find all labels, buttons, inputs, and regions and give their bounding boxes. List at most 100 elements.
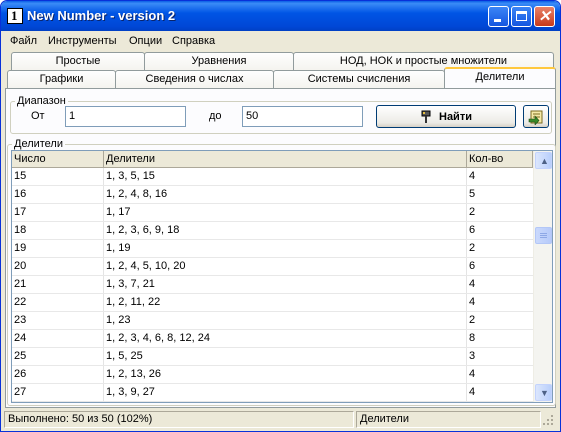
table-row[interactable]: 20 1, 2, 4, 5, 10, 20 6 [12,258,533,276]
cell-count: 6 [467,402,533,403]
close-button[interactable]: ✕ [534,6,555,27]
table-row[interactable]: 17 1, 17 2 [12,204,533,222]
table-row[interactable]: 19 1, 19 2 [12,240,533,258]
table-row[interactable]: 18 1, 2, 3, 6, 9, 18 6 [12,222,533,240]
cell-count: 4 [469,278,476,290]
cell-number: 26 [14,368,27,380]
cell-count: 2 [469,206,476,218]
cell-divisors: 1, 2, 11, 22 [106,296,161,308]
tab-number-info[interactable]: Сведения о числах [115,70,274,89]
cell-count: 8 [469,332,476,344]
column-header-number[interactable]: Число [12,151,104,167]
to-input[interactable]: 50 [242,106,363,127]
tab-graphs[interactable]: Графики [7,70,116,89]
table-row[interactable]: 16 1, 2, 4, 8, 16 5 [12,186,533,204]
cell-number: 25 [14,350,27,362]
table-row[interactable]: 25 1, 5, 25 3 [12,348,533,366]
app-icon-glyph: 1 [11,8,18,23]
tool-icon [421,110,431,123]
cell-count: 4 [469,368,476,380]
cell-divisors: 1, 3, 9, 27 [106,386,155,398]
table-row[interactable]: 23 1, 23 2 [12,312,533,330]
export-icon [528,110,543,125]
cell-divisors: 1, 2, 3, 4, 6, 8, 12, 24 [106,332,210,344]
range-group-label: Диапазон [15,95,68,107]
cell-count: 2 [469,314,476,326]
cell-divisors: 1, 17 [106,206,131,218]
export-button[interactable] [523,105,549,128]
table-row[interactable]: 26 1, 2, 13, 26 4 [12,366,533,384]
tab-primes[interactable]: Простые [11,52,145,71]
find-button-label: Найти [439,111,472,123]
minimize-icon [489,7,508,26]
resize-grip-icon[interactable] [543,415,555,427]
status-mode: Делители [356,411,541,428]
column-header-divisors[interactable]: Делители [104,151,467,167]
cell-divisors: 1, 3, 7, 21 [106,278,155,290]
cell-count: 4 [469,386,476,398]
find-button[interactable]: Найти [376,105,516,128]
menu-file[interactable]: Файл [10,34,37,48]
window-title: New Number - version 2 [27,8,176,23]
cell-number: 22 [14,296,27,308]
chevron-down-icon: ▼ [540,388,549,398]
cell-divisors: 1, 2, 13, 26 [106,368,162,380]
maximize-icon [512,7,531,26]
cell-number: 18 [14,224,27,236]
cell-number: 24 [14,332,27,344]
cell-number: 21 [14,278,27,290]
cell-number: 28 [12,402,103,403]
cell-divisors: 1, 23 [106,314,131,326]
app-icon[interactable]: 1 [7,8,23,24]
tab-divisors[interactable]: Делители [444,67,556,88]
minimize-button[interactable] [488,6,509,27]
cell-divisors: 1, 2, 4, 5, 10, 20 [106,260,186,272]
status-bar: Выполнено: 50 из 50 (102%) Делители [4,410,557,429]
table-row[interactable]: 281, 2, 4, 7, 14, 286 [12,402,533,403]
tab-number-systems[interactable]: Системы счисления [273,70,445,89]
cell-number: 15 [14,170,27,182]
table-row[interactable]: 22 1, 2, 11, 22 4 [12,294,533,312]
scroll-thumb[interactable] [535,227,552,244]
menu-options[interactable]: Опции [129,34,162,48]
scroll-down-button[interactable]: ▼ [535,384,552,401]
menu-help[interactable]: Справка [172,34,215,48]
menu-bar: Файл Инструменты Опции Справка [4,31,557,51]
status-progress: Выполнено: 50 из 50 (102%) [4,411,354,428]
table-row[interactable]: 27 1, 3, 9, 27 4 [12,384,533,402]
cell-divisors: 1, 19 [106,242,131,254]
cell-count: 5 [469,188,476,200]
title-bar[interactable]: 1 New Number - version 2 ✕ [1,1,560,31]
cell-number: 19 [14,242,27,254]
cell-count: 6 [469,224,476,236]
cell-divisors: 1, 3, 5, 15 [106,170,155,182]
cell-divisors: 1, 2, 4, 7, 14, 28 [104,402,466,403]
cell-number: 20 [14,260,27,272]
cell-number: 27 [14,386,27,398]
cell-number: 17 [14,206,27,218]
from-label: От [31,110,45,122]
table-header: Число Делители Кол-во [12,151,533,168]
menu-tools[interactable]: Инструменты [48,34,117,48]
tab-equations[interactable]: Уравнения [144,52,294,71]
cell-divisors: 1, 2, 3, 6, 9, 18 [106,224,180,236]
vertical-scrollbar[interactable]: ▲ ▼ [533,151,552,402]
cell-count: 4 [469,170,476,182]
maximize-button[interactable] [511,6,532,27]
cell-divisors: 1, 5, 25 [106,350,143,362]
cell-number: 23 [14,314,27,326]
table-row[interactable]: 24 1, 2, 3, 4, 6, 8, 12, 24 8 [12,330,533,348]
divisors-table[interactable]: Число Делители Кол-во 15 1, 3, 5, 15 4 16 1,… [11,150,553,403]
app-window: 1 New Number - version 2 ✕ Файл Инструме… [0,0,561,432]
cell-divisors: 1, 2, 4, 8, 16 [106,188,168,200]
cell-count: 6 [469,260,476,272]
close-icon: ✕ [538,8,551,25]
column-header-count[interactable]: Кол-во [467,151,533,167]
cell-number: 16 [14,188,27,200]
from-input[interactable]: 1 [65,106,186,127]
scroll-up-button[interactable]: ▲ [535,152,552,169]
results-group-label: Делители [12,138,65,150]
chevron-up-icon: ▲ [540,156,549,166]
table-row[interactable]: 21 1, 3, 7, 21 4 [12,276,533,294]
table-row[interactable]: 15 1, 3, 5, 15 4 [12,168,533,186]
